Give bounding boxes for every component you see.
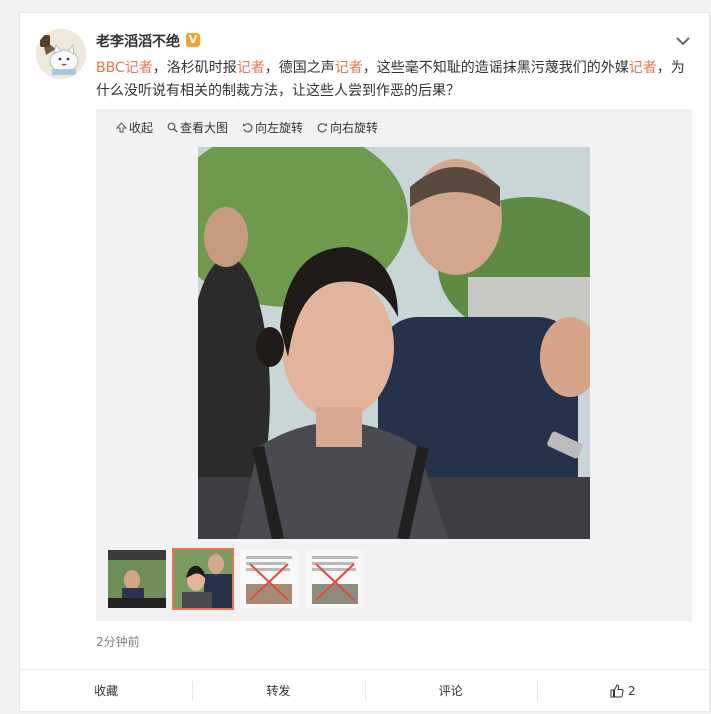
thumbnail-3[interactable]: [240, 550, 298, 608]
chevron-down-icon[interactable]: [673, 33, 693, 49]
post-timestamp[interactable]: 2分钟前: [96, 633, 140, 650]
thumbnail-image: [240, 550, 298, 608]
thumbnail-2-active[interactable]: [172, 548, 234, 610]
rotate-right-label: 向右旋转: [330, 121, 379, 135]
magnifier-icon: [167, 122, 178, 133]
username[interactable]: 老李滔滔不绝: [96, 31, 180, 51]
rotate-right-icon: [317, 123, 328, 133]
comment-button[interactable]: 评论: [364, 670, 537, 712]
view-large-label: 查看大图: [180, 121, 229, 135]
collapse-icon: [116, 122, 127, 133]
thumbnail-image: [306, 550, 364, 608]
collapse-button[interactable]: 收起: [116, 119, 153, 136]
rotate-right-button[interactable]: 向右旋转: [317, 119, 378, 136]
repost-button[interactable]: 转发: [192, 670, 364, 712]
mention-bbc-reporter[interactable]: BBC记者: [96, 60, 153, 76]
rotate-left-label: 向左旋转: [255, 121, 304, 135]
media-toolbar: 收起 查看大图 向左旋转 向右旋转: [116, 119, 378, 136]
photo-illustration: [198, 147, 590, 539]
repost-label: 转发: [266, 684, 291, 698]
comment-label: 评论: [438, 684, 463, 698]
thumbnail-4[interactable]: [306, 550, 364, 608]
rotate-left-icon: [243, 123, 253, 133]
favorite-label: 收藏: [94, 684, 119, 698]
post-text-segment: ，德国之声: [264, 60, 335, 76]
media-viewer: 收起 查看大图 向左旋转 向右旋转: [96, 109, 692, 621]
like-button[interactable]: 2: [536, 670, 709, 712]
keyword-reporter[interactable]: 记者: [237, 60, 265, 76]
avatar-cat-image: [36, 29, 86, 79]
avatar[interactable]: [36, 29, 86, 79]
thumbnail-image: [108, 550, 166, 608]
thumbs-up-icon: [610, 684, 624, 698]
favorite-button[interactable]: 收藏: [20, 670, 192, 712]
thumbnail-strip: [108, 548, 364, 610]
post-text-segment: ，这些毫不知耻的造谣抹黑污蔑我们的外媒: [362, 60, 629, 76]
thumbnail-image: [174, 550, 232, 608]
verified-badge: V: [186, 33, 200, 47]
main-photo[interactable]: [198, 147, 590, 539]
post-text: BBC记者，洛杉矶时报记者，德国之声记者，这些毫不知耻的造谣抹黑污蔑我们的外媒记…: [96, 57, 696, 103]
post-text-segment: ，洛杉矶时报: [152, 60, 237, 76]
keyword-reporter[interactable]: 记者: [335, 60, 363, 76]
keyword-reporter[interactable]: 记者: [629, 60, 657, 76]
thumbnail-1[interactable]: [108, 550, 166, 608]
weibo-post-card: 老李滔滔不绝 V BBC记者，洛杉矶时报记者，德国之声记者，这些毫不知耻的造谣抹…: [19, 12, 710, 712]
collapse-label: 收起: [129, 121, 154, 135]
rotate-left-button[interactable]: 向左旋转: [242, 119, 303, 136]
view-large-button[interactable]: 查看大图: [167, 119, 228, 136]
action-bar: 收藏 转发 评论 2: [20, 669, 709, 712]
like-count: 2: [628, 684, 636, 698]
